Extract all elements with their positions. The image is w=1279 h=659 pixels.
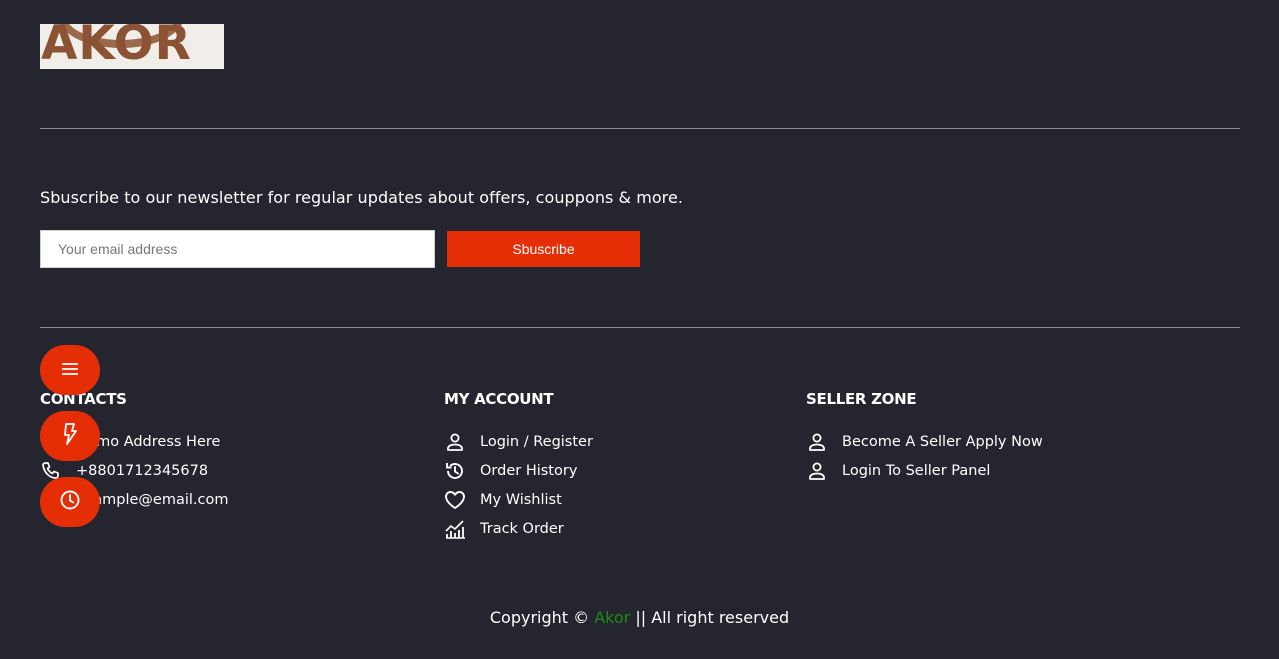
track-order-link[interactable]: Track Order xyxy=(480,521,564,537)
site-logo[interactable]: AKOR xyxy=(40,24,224,69)
menu-float-button[interactable] xyxy=(40,345,100,395)
apply-now-link[interactable]: Apply Now xyxy=(966,434,1043,450)
flash-icon xyxy=(62,423,78,449)
copyright-prefix: Copyright © xyxy=(489,608,590,627)
heart-icon xyxy=(444,489,466,511)
user-icon xyxy=(806,460,828,482)
account-link-login[interactable]: Login / Register xyxy=(444,427,593,456)
seller-link-login[interactable]: Login To Seller Panel xyxy=(806,456,1043,485)
my-account-section: MY ACCOUNT Login / Register Order Histor… xyxy=(444,390,593,543)
subscribe-button[interactable]: Sbuscribe xyxy=(447,231,640,267)
order-history-link[interactable]: Order History xyxy=(480,463,577,479)
account-link-wishlist[interactable]: My Wishlist xyxy=(444,485,593,514)
become-seller-label: Become A Seller xyxy=(842,433,961,450)
seller-zone-section: SELLER ZONE Become A Seller Apply Now Lo… xyxy=(806,390,1043,485)
menu-icon xyxy=(60,361,80,380)
seller-panel-login-link[interactable]: Login To Seller Panel xyxy=(842,463,990,479)
copyright-suffix: || All right reserved xyxy=(635,608,790,627)
chart-icon xyxy=(444,518,466,540)
clock-float-button[interactable] xyxy=(40,477,100,527)
flash-float-button[interactable] xyxy=(40,411,100,461)
my-account-title: MY ACCOUNT xyxy=(444,390,554,408)
wishlist-link[interactable]: My Wishlist xyxy=(480,492,562,508)
history-icon xyxy=(444,460,466,482)
middle-divider xyxy=(40,327,1240,328)
seller-zone-title: SELLER ZONE xyxy=(806,390,917,408)
copyright: Copyright © Akor || All right reserved xyxy=(0,608,1279,627)
top-divider xyxy=(40,128,1240,129)
login-register-link[interactable]: Login / Register xyxy=(480,434,593,450)
user-icon xyxy=(444,431,466,453)
account-link-track[interactable]: Track Order xyxy=(444,514,593,543)
newsletter-text: Sbuscribe to our newsletter for regular … xyxy=(40,188,683,207)
user-icon xyxy=(806,431,828,453)
copyright-brand-link[interactable]: Akor xyxy=(594,608,630,627)
account-link-history[interactable]: Order History xyxy=(444,456,593,485)
contact-phone-label: +8801712345678 xyxy=(76,462,209,479)
logo-text: AKOR xyxy=(41,24,192,69)
clock-icon xyxy=(59,489,81,515)
footer-page: AKOR Sbuscribe to our newsletter for reg… xyxy=(0,0,1279,659)
newsletter-email-input[interactable] xyxy=(40,230,435,268)
seller-link-become[interactable]: Become A Seller Apply Now xyxy=(806,427,1043,456)
